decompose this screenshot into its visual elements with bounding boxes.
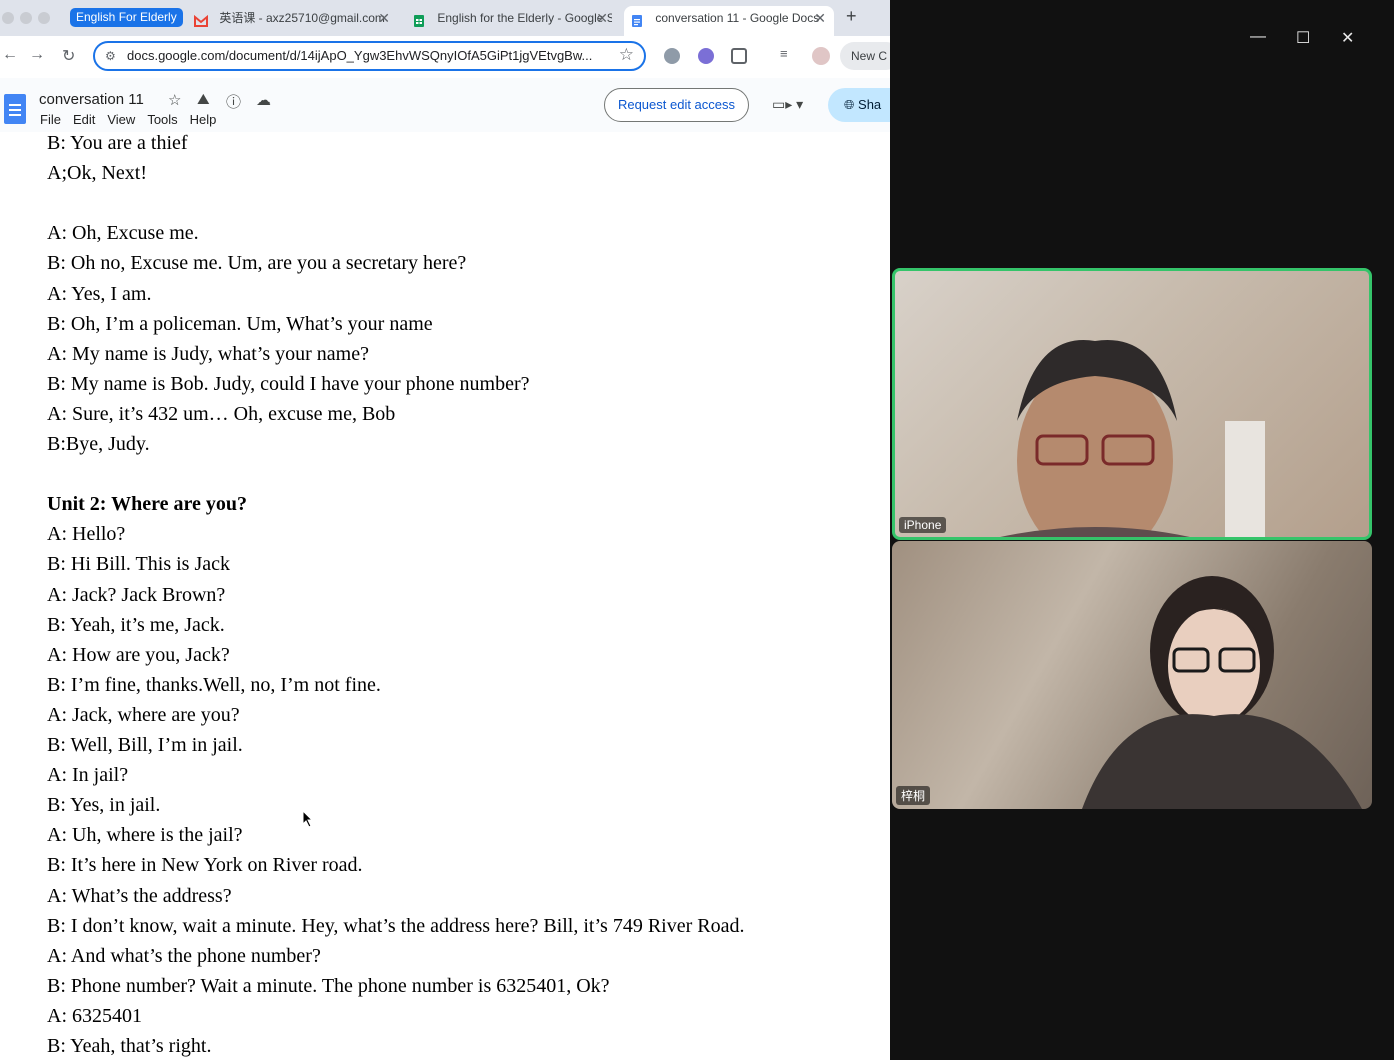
dialogue-line: A;Ok, Next! [47,162,147,185]
minimize-window-dot[interactable] [20,12,32,24]
tab-docs-active[interactable]: conversation 11 - Google Docs ✕ [624,6,834,36]
tab-gmail[interactable]: 英语课 - axz25710@gmail.com ✕ [194,6,394,30]
participant-video-tile[interactable]: 梓桐 [892,541,1372,809]
dialogue-line: A: In jail? [47,764,129,787]
browser-window: English For Elderly 英语课 - axz25710@gmail… [0,0,890,1060]
profile-avatar-icon[interactable] [812,47,830,65]
tab-title: 英语课 - axz25710@gmail.com [219,11,385,25]
minimize-icon[interactable]: — [1250,28,1266,46]
menu-help[interactable]: Help [190,112,217,127]
shield-extension-icon[interactable] [698,48,714,64]
docs-logo-icon[interactable] [4,94,26,124]
docs-icon [630,12,644,27]
dialogue-line: A: Jack, where are you? [47,703,240,726]
dialogue-line: A: 6325401 [47,1004,142,1027]
share-button[interactable]: 🌐︎ Sha [828,88,890,122]
mouse-cursor-icon [302,810,314,828]
dialogue-line: B: Yeah, it’s me, Jack. [47,613,225,636]
site-info-icon[interactable]: ⚙ [105,49,116,63]
dialogue-line: A: What’s the address? [47,884,232,907]
dialogue-line: A: Jack? Jack Brown? [47,583,226,606]
new-chrome-button[interactable]: New C [840,42,890,70]
menu-edit[interactable]: Edit [73,112,95,127]
dialogue-line: B: Yeah, that’s right. [47,1035,212,1057]
participant-name-label: iPhone [899,517,947,533]
dialogue-line: B: My name is Bob. Judy, could I have yo… [47,372,530,395]
tab-title: English for the Elderly - Google Sheets [437,11,612,25]
participant-name-label: 梓桐 [896,786,931,805]
url-text[interactable]: docs.google.com/document/d/14ijApO_Ygw3E… [127,48,607,63]
sheets-icon [412,12,426,27]
dialogue-line: B: Oh, I’m a policeman. Um, What’s your … [47,312,433,335]
browser-toolbar: ← → ↻ ⚙ docs.google.com/document/d/14ijA… [0,36,890,78]
cloud-status-icon[interactable]: ☁ [256,91,271,109]
dialogue-line: B: Yes, in jail. [47,794,161,817]
dialogue-line: A: Oh, Excuse me. [47,222,199,245]
dialogue-line: B: Oh no, Excuse me. Um, are you a secre… [47,252,467,275]
close-icon[interactable]: ✕ [1341,28,1354,48]
reading-list-icon[interactable]: ≡ [780,46,796,62]
dialogue-line: B: Hi Bill. This is Jack [47,553,230,576]
tab-sheets[interactable]: English for the Elderly - Google Sheets … [412,6,612,30]
maximize-icon[interactable]: ☐ [1296,28,1310,48]
maximize-window-dot[interactable] [38,12,50,24]
close-window-dot[interactable] [2,12,14,24]
dialogue-line: B:Bye, Judy. [47,433,150,455]
address-bar[interactable]: ⚙ docs.google.com/document/d/14ijApO_Ygw… [93,41,646,71]
dialogue-line: A: Sure, it’s 432 um… Oh, excuse me, Bob [47,402,396,425]
dialogue-line: A: My name is Judy, what’s your name? [47,342,369,365]
bookmark-star-icon[interactable]: ☆ [619,45,634,65]
dialogue-line: B: Phone number? Wait a minute. The phon… [47,974,610,997]
move-to-drive-icon[interactable]: ⛰ [197,91,210,108]
gmail-icon [194,12,208,27]
reload-icon[interactable]: ↻ [62,46,75,66]
close-tab-icon[interactable]: ✕ [378,6,390,30]
document-title[interactable]: conversation 11 [39,91,144,108]
tab-title: conversation 11 - Google Docs [655,11,820,25]
document-details-icon[interactable]: ⓘ [226,91,241,112]
grammarly-extension-icon[interactable] [664,48,680,64]
dialogue-line: B: Well, Bill, I’m in jail. [47,734,243,756]
menu-bar: File Edit View Tools Help [40,112,228,127]
video-call-panel: — ☐ ✕ iPhone 梓桐 [890,0,1394,1060]
dialogue-line: B: It’s here in New York on River road. [47,854,363,877]
close-tab-icon[interactable]: ✕ [814,6,826,30]
star-icon[interactable]: ☆ [168,91,181,109]
docs-header: conversation 11 ☆ ⛰ ⓘ ☁ File Edit View Tool… [0,78,890,132]
menu-file[interactable]: File [40,112,61,127]
dialogue-line: A: Yes, I am. [47,282,152,305]
participant-video-tile-active[interactable]: iPhone [892,268,1372,540]
dialogue-line: B: I’m fine, thanks.Well, no, I’m not fi… [47,673,381,696]
back-icon[interactable]: ← [2,46,18,64]
section-heading: Unit 2: Where are you? [47,493,247,516]
forward-icon[interactable]: → [29,46,45,64]
tab-group-label[interactable]: English For Elderly [70,8,183,27]
request-edit-access-button[interactable]: Request edit access [604,88,749,122]
dialogue-line: A: And what’s the phone number? [47,944,321,967]
dialogue-line: B: I don’t know, wait a minute. Hey, wha… [47,914,745,937]
close-tab-icon[interactable]: ✕ [596,6,608,30]
document-body[interactable]: B: You are a thief A;Ok, Next! A: Oh, Excu… [0,132,890,1060]
tab-strip: English For Elderly 英语课 - axz25710@gmail… [0,0,890,36]
dialogue-line: A: Hello? [47,523,126,546]
dialogue-line: B: You are a thief [47,132,188,154]
share-label: Sha [858,97,882,112]
dialogue-line: A: Uh, where is the jail? [47,824,243,847]
participant-video [1000,340,1265,537]
new-tab-icon[interactable]: + [846,6,857,27]
menu-tools[interactable]: Tools [147,112,177,127]
meet-video-icon[interactable]: ▭▸ ▾ [772,96,803,113]
participant-video [1082,576,1362,809]
menu-view[interactable]: View [107,112,135,127]
globe-icon: 🌐︎ [844,97,855,112]
extensions-puzzle-icon[interactable] [731,48,747,64]
dialogue-line: A: How are you, Jack? [47,643,230,666]
